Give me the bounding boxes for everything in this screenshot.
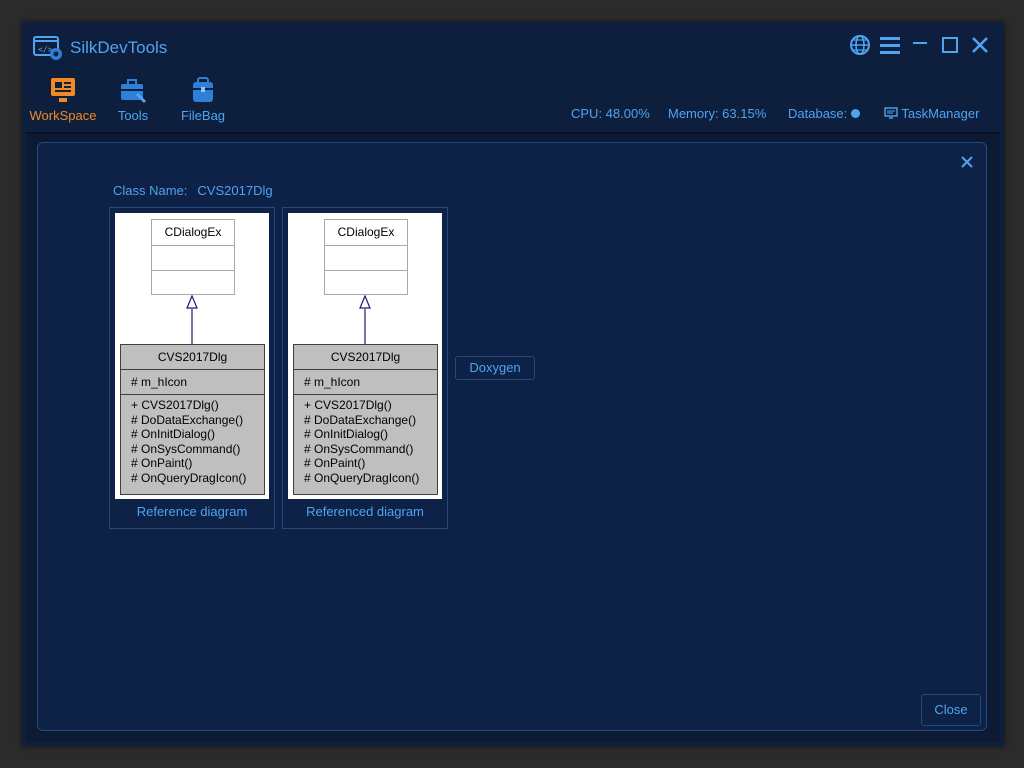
uml-class: CVS2017Dlg # m_hIcon + CVS2017Dlg() # Do…: [120, 344, 265, 495]
class-diagram-dialog: Class Name: CVS2017Dlg CDialogEx CVS2017D…: [37, 142, 987, 731]
task-manager-icon: [884, 107, 898, 119]
database-label: Database:: [788, 106, 848, 121]
close-icon[interactable]: [968, 34, 992, 56]
uml-class-name: CVS2017Dlg: [294, 345, 437, 370]
toolbar-label: FileBag: [180, 108, 226, 123]
inheritance-arrow: [359, 295, 371, 344]
app-window: </> SilkDevTools WorkSpace Tools FileBag…: [22, 22, 1004, 746]
uml-operation: + CVS2017Dlg(): [131, 398, 219, 412]
uml-operation: # OnInitDialog(): [131, 427, 216, 442]
task-manager-button[interactable]: TaskManager: [884, 106, 979, 121]
database-status: Database:: [788, 106, 861, 121]
referenced-diagram-link[interactable]: Referenced diagram: [283, 504, 447, 519]
toolbar-label: Tools: [117, 108, 149, 123]
uml-base-class-name: CDialogEx: [325, 220, 407, 246]
uml-base-class: CDialogEx: [151, 219, 235, 295]
reference-diagram-link[interactable]: Reference diagram: [110, 504, 274, 519]
toolbar-label: WorkSpace: [29, 108, 97, 123]
reference-diagram-image[interactable]: CDialogEx CVS2017Dlg # m_hIcon + CVS2017…: [115, 213, 269, 499]
uml-operation: # OnSysCommand(): [304, 441, 414, 456]
uml-class: CVS2017Dlg # m_hIcon + CVS2017Dlg() # Do…: [293, 344, 438, 495]
bag-icon: [189, 76, 217, 104]
referenced-diagram-image[interactable]: CDialogEx CVS2017Dlg # m_hIcon + CVS2017…: [288, 213, 442, 499]
uml-operation: # OnInitDialog(): [304, 427, 389, 442]
globe-icon[interactable]: [848, 34, 872, 56]
dialog-close-icon[interactable]: [958, 153, 976, 171]
memory-status: Memory: 63.15%: [668, 106, 767, 121]
uml-operation: # OnQueryDragIcon(): [304, 470, 420, 485]
uml-base-class-name: CDialogEx: [152, 220, 234, 246]
uml-operation: # OnQueryDragIcon(): [131, 470, 247, 485]
uml-operation: # OnSysCommand(): [131, 441, 241, 456]
toolbar-item-filebag[interactable]: FileBag: [175, 76, 231, 123]
cpu-status: CPU: 48.00%: [571, 106, 650, 121]
app-logo-icon: </>: [33, 35, 63, 60]
toolbar-item-workspace[interactable]: WorkSpace: [29, 76, 97, 123]
inheritance-arrow: [186, 295, 198, 344]
uml-operation: # DoDataExchange(): [304, 412, 417, 427]
uml-class-name: CVS2017Dlg: [121, 345, 264, 370]
title-bar: </> SilkDevTools: [22, 22, 1004, 70]
app-title: SilkDevTools: [70, 38, 168, 57]
uml-operation: + CVS2017Dlg(): [304, 398, 392, 412]
toolbar-item-tools[interactable]: Tools: [106, 76, 160, 123]
uml-operations: + CVS2017Dlg() # DoDataExchange() # OnIn…: [121, 395, 264, 486]
toolbox-icon: [119, 76, 147, 104]
maximize-icon[interactable]: [938, 34, 962, 56]
uml-attribute: # m_hIcon: [121, 370, 264, 395]
uml-operation: # OnPaint(): [304, 456, 366, 471]
class-name-row: Class Name: CVS2017Dlg: [113, 183, 283, 198]
referenced-diagram-panel: CDialogEx CVS2017Dlg # m_hIcon + CVS2017…: [282, 207, 448, 529]
minimize-icon[interactable]: [908, 34, 932, 56]
uml-operations: + CVS2017Dlg() # DoDataExchange() # OnIn…: [294, 395, 437, 486]
menu-icon[interactable]: [878, 34, 902, 56]
monitor-icon: [49, 76, 77, 104]
class-name-value: CVS2017Dlg: [197, 183, 273, 198]
database-status-dot: [851, 109, 861, 118]
doxygen-button[interactable]: Doxygen: [455, 356, 535, 380]
reference-diagram-panel: CDialogEx CVS2017Dlg # m_hIcon + CVS2017…: [109, 207, 275, 529]
uml-operation: # DoDataExchange(): [131, 412, 244, 427]
uml-attribute: # m_hIcon: [294, 370, 437, 395]
uml-base-class: CDialogEx: [324, 219, 408, 295]
uml-operation: # OnPaint(): [131, 456, 193, 471]
class-name-label: Class Name:: [113, 183, 188, 198]
task-manager-label: TaskManager: [901, 106, 980, 121]
close-button[interactable]: Close: [921, 694, 981, 726]
